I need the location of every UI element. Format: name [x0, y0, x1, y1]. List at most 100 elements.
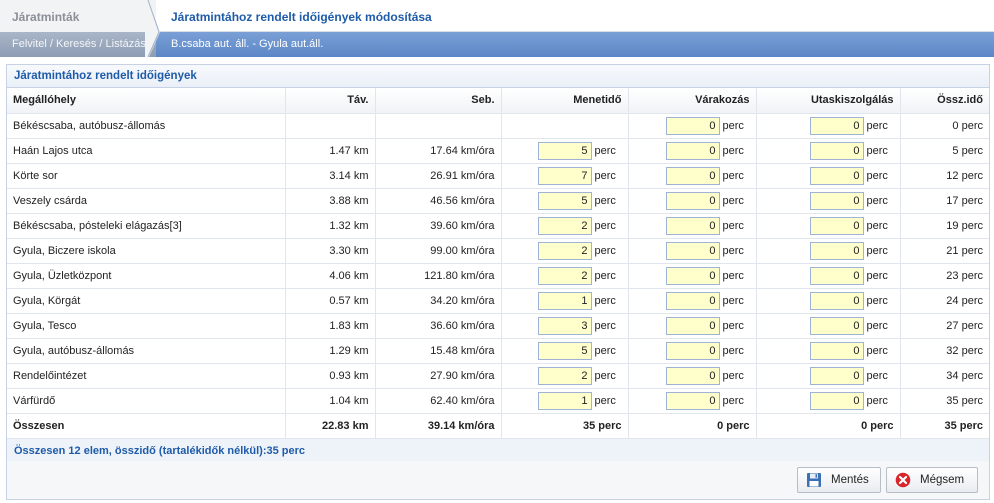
waiting-time-input[interactable]: 0 [665, 391, 720, 410]
service-time-input[interactable]: 0 [809, 166, 864, 185]
column-header-distance[interactable]: Táv. [285, 88, 376, 114]
unit-label: perc [594, 144, 616, 157]
unit-label: perc [722, 169, 744, 182]
total-time: 35 perc [900, 388, 989, 414]
waiting-time-input[interactable]: 0 [665, 191, 720, 210]
waiting-time-input[interactable]: 0 [665, 166, 720, 185]
travel-time-input[interactable]: 5 [537, 341, 592, 360]
column-header-travel-time[interactable]: Menetidő [501, 88, 629, 114]
waiting-time-input[interactable]: 0 [665, 241, 720, 260]
column-header-waiting[interactable]: Várakozás [628, 88, 757, 114]
service-time-input[interactable]: 0 [809, 241, 864, 260]
unit-label: perc [722, 394, 744, 407]
stop-name: Körte sor [7, 163, 286, 189]
stop-name: Várfürdő [7, 388, 286, 414]
service-time-input[interactable]: 0 [809, 341, 864, 360]
travel-time-input[interactable]: 5 [537, 191, 592, 210]
service-time-input[interactable]: 0 [809, 141, 864, 160]
travel-time-input[interactable]: 1 [537, 291, 592, 310]
stop-name: Gyula, Üzletközpont [7, 263, 286, 289]
total-time: 17 perc [900, 188, 989, 214]
travel-time-cell: 1 perc [501, 288, 629, 314]
stop-name: Gyula, autóbusz-állomás [7, 338, 286, 364]
travel-time-input[interactable]: 2 [537, 241, 592, 260]
distance: 1.47 km [285, 138, 376, 164]
travel-time-cell: 5 perc [501, 338, 629, 364]
save-button[interactable]: Mentés [797, 467, 881, 493]
travel-time-input[interactable]: 7 [537, 166, 592, 185]
speed: 17.64 km/óra [375, 138, 502, 164]
distance: 1.83 km [285, 313, 376, 339]
travel-time-cell: 2 perc [501, 363, 629, 389]
breadcrumb-root-sub[interactable]: Felvitel / Keresés / Listázás [12, 38, 146, 50]
time-requirements-panel: Járatmintához rendelt időigények Megálló… [6, 64, 990, 500]
unit-label: perc [722, 244, 744, 257]
unit-label: perc [722, 144, 744, 157]
cancel-button[interactable]: Mégsem [886, 467, 978, 493]
travel-time-input[interactable]: 3 [537, 316, 592, 335]
travel-time-input[interactable]: 5 [537, 141, 592, 160]
floppy-disk-icon [807, 473, 821, 487]
distance: 0.93 km [285, 363, 376, 389]
column-header-stop[interactable]: Megállóhely [7, 88, 286, 114]
service-time-cell: 0 perc [756, 138, 901, 164]
stop-name: Gyula, Tesco [7, 313, 286, 339]
unit-label: perc [594, 244, 616, 257]
waiting-time-cell: 0 perc [628, 188, 757, 214]
travel-time-cell: 1 perc [501, 388, 629, 414]
speed: 46.56 km/óra [375, 188, 502, 214]
unit-label: perc [722, 219, 744, 232]
breadcrumb-root[interactable]: Járatminták [12, 10, 79, 24]
column-header-total-time[interactable]: Össz.idő [900, 88, 989, 114]
travel-time-cell [501, 113, 629, 139]
waiting-time-input[interactable]: 0 [665, 316, 720, 335]
totals-total-time: 35 perc [900, 413, 989, 439]
unit-label: perc [866, 269, 888, 282]
distance: 3.88 km [285, 188, 376, 214]
waiting-time-input[interactable]: 0 [665, 266, 720, 285]
table-row: Békéscsaba, pósteleki elágazás[3] 1.32 km… [7, 213, 989, 239]
service-time-input[interactable]: 0 [809, 391, 864, 410]
service-time-input[interactable]: 0 [809, 266, 864, 285]
total-time: 23 perc [900, 263, 989, 289]
speed: 27.90 km/óra [375, 363, 502, 389]
travel-time-input[interactable]: 1 [537, 391, 592, 410]
service-time-cell: 0 perc [756, 113, 901, 139]
column-header-passenger-service[interactable]: Utaskiszolgálás [756, 88, 901, 114]
waiting-time-input[interactable]: 0 [665, 141, 720, 160]
service-time-input[interactable]: 0 [809, 216, 864, 235]
unit-label: perc [866, 244, 888, 257]
service-time-input[interactable]: 0 [809, 191, 864, 210]
waiting-time-input[interactable]: 0 [665, 341, 720, 360]
breadcrumb: Járatminták Járatmintához rendelt időigé… [0, 0, 994, 57]
waiting-time-input[interactable]: 0 [665, 366, 720, 385]
waiting-time-input[interactable]: 0 [665, 216, 720, 235]
unit-label: perc [594, 219, 616, 232]
travel-time-input[interactable]: 2 [537, 266, 592, 285]
service-time-cell: 0 perc [756, 263, 901, 289]
waiting-time-cell: 0 perc [628, 288, 757, 314]
totals-passenger-service: 0 perc [756, 413, 901, 439]
travel-time-input[interactable]: 2 [537, 366, 592, 385]
unit-label: perc [594, 394, 616, 407]
distance: 3.30 km [285, 238, 376, 264]
distance [285, 113, 376, 139]
service-time-input[interactable]: 0 [809, 366, 864, 385]
travel-time-cell: 3 perc [501, 313, 629, 339]
speed: 121.80 km/óra [375, 263, 502, 289]
table-row: Gyula, Tesco 1.83 km 36.60 km/óra 3 perc 0 per… [7, 313, 989, 339]
column-header-speed[interactable]: Seb. [375, 88, 502, 114]
service-time-input[interactable]: 0 [809, 116, 864, 135]
travel-time-cell: 2 perc [501, 263, 629, 289]
table-row: Rendelőintézet 0.93 km 27.90 km/óra 2 perc 0 p… [7, 363, 989, 389]
stop-name: Békéscsaba, autóbusz-állomás [7, 113, 286, 139]
stop-name: Békéscsaba, pósteleki elágazás[3] [7, 213, 286, 239]
unit-label: perc [594, 319, 616, 332]
service-time-input[interactable]: 0 [809, 291, 864, 310]
waiting-time-input[interactable]: 0 [665, 291, 720, 310]
travel-time-input[interactable]: 2 [537, 216, 592, 235]
breadcrumb-current: Járatmintához rendelt időigények módosít… [171, 10, 432, 24]
time-requirements-table: Megállóhely Táv. Seb. Menetidő Várakozás… [7, 88, 989, 439]
service-time-input[interactable]: 0 [809, 316, 864, 335]
waiting-time-input[interactable]: 0 [665, 116, 720, 135]
